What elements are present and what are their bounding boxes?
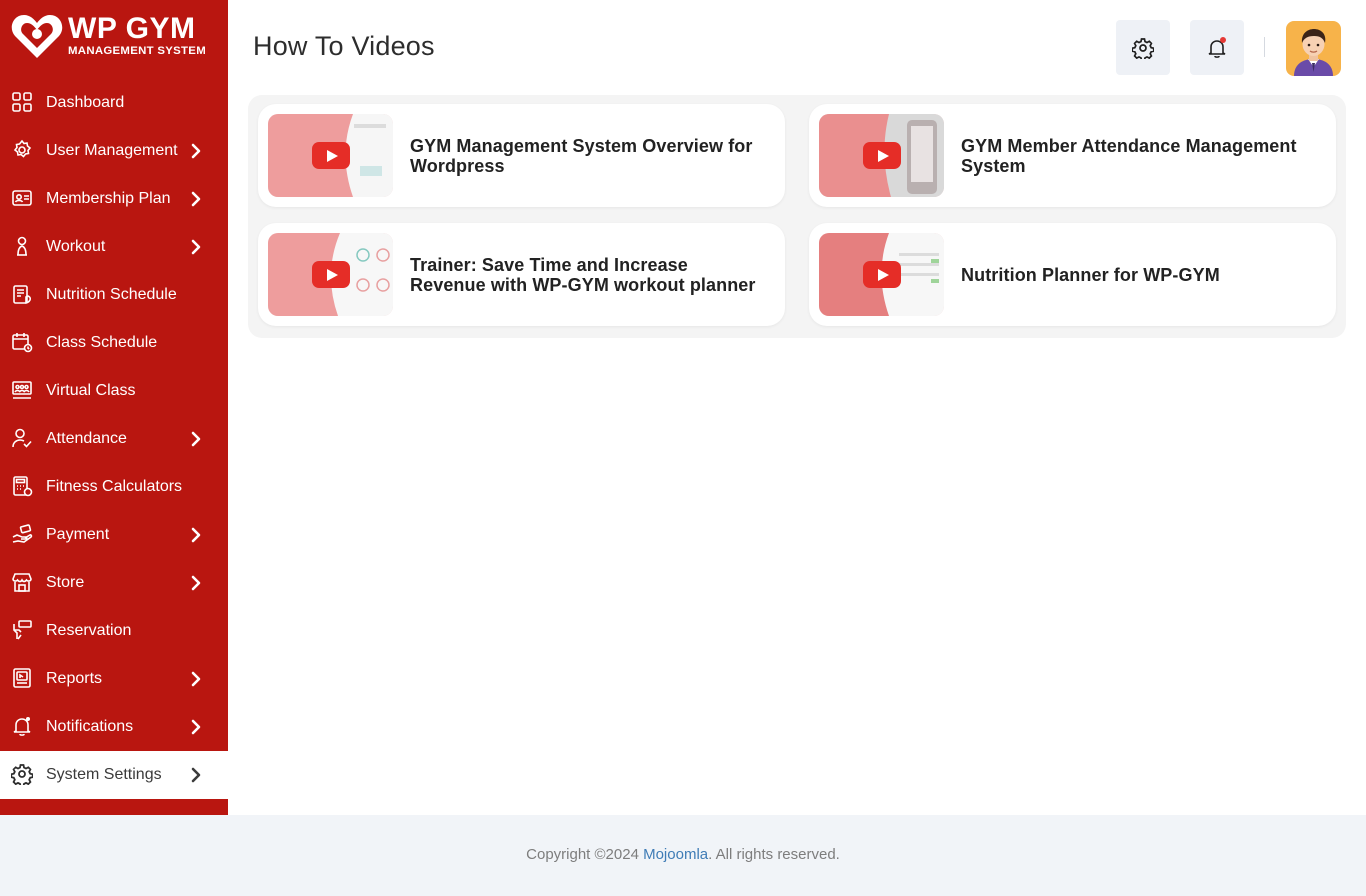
heart-logo-icon — [11, 15, 63, 58]
sidebar-item-attendance[interactable]: Attendance — [0, 415, 228, 463]
video-thumbnail[interactable] — [268, 114, 393, 197]
copyright-prefix: Copyright ©2024 — [526, 846, 644, 863]
chevron-right-icon — [189, 191, 203, 207]
notification-dot — [1220, 37, 1226, 43]
sidebar-item-virtual-class[interactable]: Virtual Class — [0, 367, 228, 415]
user-management-icon — [11, 139, 33, 161]
footer: Copyright ©2024 Mojoomla. All rights res… — [0, 815, 1366, 896]
video-title: Nutrition Planner for WP-GYM — [961, 264, 1220, 285]
play-button-icon — [312, 142, 350, 169]
copyright-text: Copyright ©2024 Mojoomla. All rights res… — [0, 846, 1366, 864]
sidebar-item-system-settings[interactable]: System Settings — [0, 751, 228, 799]
header-divider — [1264, 37, 1265, 57]
chevron-right-icon — [189, 575, 203, 591]
sidebar-item-payment[interactable]: Payment — [0, 511, 228, 559]
sidebar-item-label: Reports — [46, 670, 103, 687]
sidebar-item-label: Nutrition Schedule — [46, 286, 177, 303]
sidebar-item-class-schedule[interactable]: Class Schedule — [0, 319, 228, 367]
sidebar-item-store[interactable]: Store — [0, 559, 228, 607]
reports-icon — [11, 667, 33, 689]
video-thumbnail[interactable] — [819, 114, 944, 197]
sidebar-item-nutrition-schedule[interactable]: Nutrition Schedule — [0, 271, 228, 319]
avatar-icon — [1294, 29, 1333, 76]
dashboard-icon — [11, 91, 33, 113]
workout-icon — [11, 235, 33, 257]
attendance-icon — [11, 427, 33, 449]
sidebar-item-reservation[interactable]: Reservation — [0, 607, 228, 655]
membership-card-icon — [11, 187, 33, 209]
sidebar-item-label: User Management — [46, 142, 178, 159]
calendar-icon — [11, 331, 33, 353]
brand-subtitle: MANAGEMENT SYSTEM — [68, 45, 206, 57]
play-button-icon — [863, 142, 901, 169]
sidebar-item-membership-plan[interactable]: Membership Plan — [0, 175, 228, 223]
bell-icon — [11, 715, 33, 737]
gear-icon — [1132, 37, 1154, 59]
sidebar-item-fitness-calculators[interactable]: Fitness Calculators — [0, 463, 228, 511]
copyright-suffix: . All rights reserved. — [708, 846, 840, 863]
video-thumbnail[interactable] — [268, 233, 393, 316]
sidebar-item-label: Class Schedule — [46, 334, 158, 351]
sidebar-item-label: Membership Plan — [46, 190, 171, 207]
brand-title: WP GYM — [68, 12, 196, 45]
chevron-right-icon — [189, 767, 203, 783]
chevron-right-icon — [189, 671, 203, 687]
sidebar-item-dashboard[interactable]: Dashboard — [0, 79, 228, 127]
sidebar-item-label: Payment — [46, 526, 110, 543]
video-card[interactable]: Nutrition Planner for WP-GYM — [809, 223, 1336, 326]
video-title: Trainer: Save Time and Increase Revenue … — [410, 254, 756, 295]
sidebar-item-label: Notifications — [46, 718, 134, 735]
sidebar-item-label: Virtual Class — [46, 382, 136, 399]
nutrition-icon — [11, 283, 33, 305]
brand-logo[interactable]: WP GYM MANAGEMENT SYSTEM — [10, 12, 220, 62]
video-card[interactable]: GYM Member Attendance Management System — [809, 104, 1336, 207]
settings-button[interactable] — [1116, 20, 1170, 75]
sidebar-item-label: Workout — [46, 238, 106, 255]
sidebar-item-label: Store — [46, 574, 85, 591]
page-title: How To Videos — [253, 31, 435, 61]
play-button-icon — [863, 261, 901, 288]
sidebar-nav: Dashboard User Management Membership Pla… — [0, 79, 228, 799]
play-button-icon — [312, 261, 350, 288]
payment-icon — [11, 523, 33, 545]
video-title: GYM Member Attendance Management System — [961, 135, 1297, 176]
reservation-icon — [11, 619, 33, 641]
mojoomla-link[interactable]: Mojoomla — [643, 846, 708, 863]
video-card[interactable]: Trainer: Save Time and Increase Revenue … — [258, 223, 785, 326]
gear-icon — [11, 763, 33, 785]
notifications-button[interactable] — [1190, 20, 1244, 75]
store-icon — [11, 571, 33, 593]
chevron-right-icon — [189, 527, 203, 543]
sidebar-item-workout[interactable]: Workout — [0, 223, 228, 271]
chevron-right-icon — [189, 143, 203, 159]
chevron-right-icon — [189, 239, 203, 255]
video-title: GYM Management System Overview for Wordp… — [410, 135, 753, 176]
sidebar-item-user-management[interactable]: User Management — [0, 127, 228, 175]
sidebar: WP GYM MANAGEMENT SYSTEM Dashboard User … — [0, 0, 228, 815]
user-avatar[interactable] — [1286, 21, 1341, 76]
sidebar-item-label: Attendance — [46, 430, 127, 447]
sidebar-item-label: System Settings — [46, 766, 162, 783]
virtual-class-icon — [11, 379, 33, 401]
sidebar-item-reports[interactable]: Reports — [0, 655, 228, 703]
sidebar-item-label: Dashboard — [46, 94, 125, 111]
chevron-right-icon — [189, 431, 203, 447]
sidebar-item-label: Fitness Calculators — [46, 478, 183, 495]
video-card[interactable]: GYM Management System Overview for Wordp… — [258, 104, 785, 207]
calculator-icon — [11, 475, 33, 497]
sidebar-item-label: Reservation — [46, 622, 132, 639]
chevron-right-icon — [189, 719, 203, 735]
video-thumbnail[interactable] — [819, 233, 944, 316]
sidebar-item-notifications[interactable]: Notifications — [0, 703, 228, 751]
